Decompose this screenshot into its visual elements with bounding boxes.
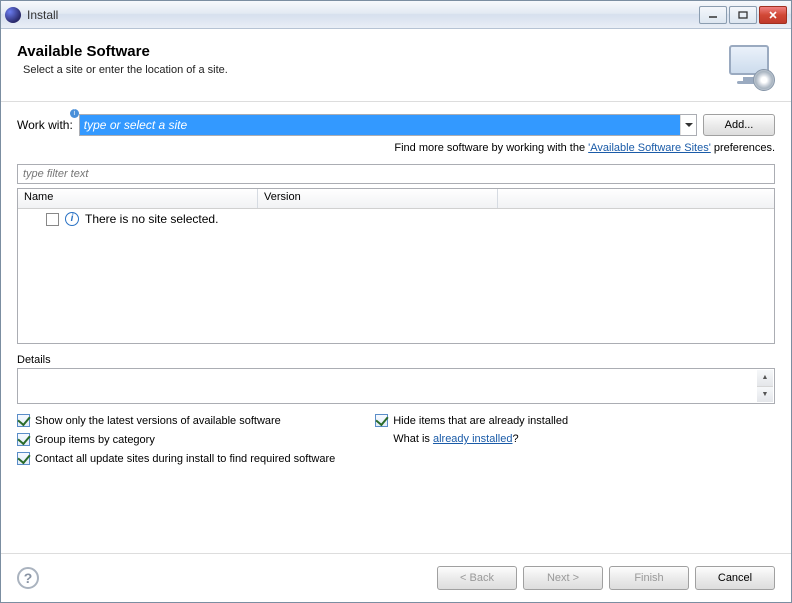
checkmark-icon	[375, 414, 388, 427]
dropdown-button[interactable]	[680, 115, 696, 135]
window-title: Install	[27, 8, 58, 22]
details-label: Details	[17, 352, 775, 368]
minimize-button[interactable]	[699, 6, 727, 24]
spin-down-button[interactable]: ▼	[757, 387, 773, 403]
spin-up-button[interactable]: ▲	[757, 370, 773, 387]
checkbox-hide-installed[interactable]: Hide items that are already installed	[375, 414, 568, 427]
add-button[interactable]: Add...	[703, 114, 775, 136]
back-button[interactable]: < Back	[437, 566, 517, 590]
column-version[interactable]: Version	[258, 189, 498, 208]
close-button[interactable]	[759, 6, 787, 24]
help-icon[interactable]: ?	[17, 567, 39, 589]
checkmark-icon	[17, 433, 30, 446]
checkbox-group-by-category[interactable]: Group items by category	[17, 433, 335, 446]
cancel-button[interactable]: Cancel	[695, 566, 775, 590]
next-button[interactable]: Next >	[523, 566, 603, 590]
maximize-button[interactable]	[729, 6, 757, 24]
eclipse-icon	[5, 7, 21, 23]
install-software-icon	[727, 43, 775, 91]
empty-message: There is no site selected.	[85, 212, 218, 226]
content-area: Work with: i Add... Find more software b…	[1, 102, 791, 553]
column-name[interactable]: Name	[18, 189, 258, 208]
work-with-combo[interactable]: i	[79, 114, 697, 136]
checkmark-icon	[17, 414, 30, 427]
page-subtitle: Select a site or enter the location of a…	[23, 64, 727, 76]
chevron-down-icon	[685, 123, 693, 127]
install-window: Install Available Software Select a site…	[0, 0, 792, 603]
details-panel: ▲ ▼	[17, 368, 775, 404]
checkbox-icon[interactable]	[46, 213, 59, 226]
finish-button[interactable]: Finish	[609, 566, 689, 590]
wizard-header: Available Software Select a site or ente…	[1, 29, 791, 102]
info-badge-icon: i	[70, 109, 79, 118]
info-icon: i	[65, 212, 79, 226]
available-sites-link[interactable]: 'Available Software Sites'	[588, 142, 711, 154]
tree-empty-row: i There is no site selected.	[18, 209, 774, 229]
checkmark-icon	[17, 452, 30, 465]
checkbox-latest-only[interactable]: Show only the latest versions of availab…	[17, 414, 335, 427]
work-with-label: Work with:	[17, 118, 73, 132]
filter-input[interactable]	[17, 164, 775, 184]
checkbox-contact-all-sites[interactable]: Contact all update sites during install …	[17, 452, 335, 465]
find-more-hint: Find more software by working with the '…	[17, 142, 775, 154]
titlebar[interactable]: Install	[1, 1, 791, 29]
what-is-installed: What is already installed?	[375, 433, 568, 445]
wizard-footer: ? < Back Next > Finish Cancel	[1, 553, 791, 602]
software-tree[interactable]: Name Version i There is no site selected…	[17, 188, 775, 344]
already-installed-link[interactable]: already installed	[433, 433, 513, 445]
page-title: Available Software	[17, 43, 727, 60]
tree-header: Name Version	[18, 189, 774, 209]
work-with-input[interactable]	[80, 115, 680, 135]
column-spacer	[498, 189, 774, 208]
